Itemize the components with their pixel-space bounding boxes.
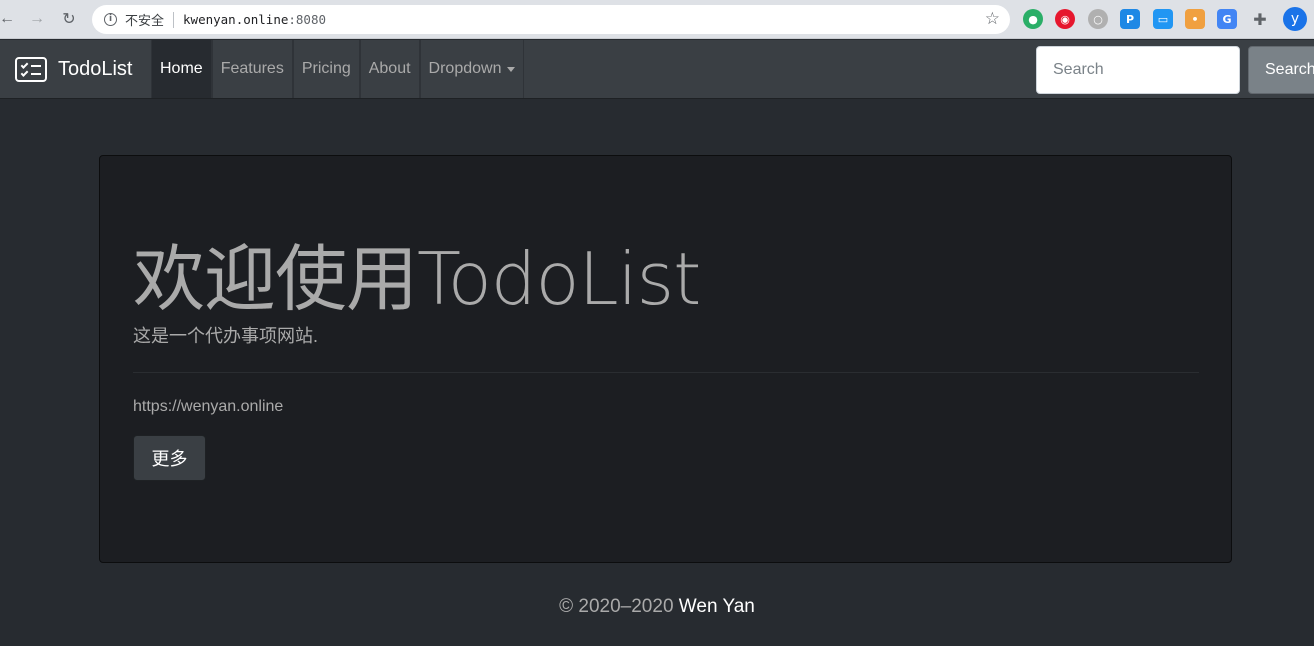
info-icon[interactable]: i <box>104 13 117 26</box>
wechat-extension-icon[interactable]: ● <box>1023 9 1043 29</box>
lead-text: 这是一个代办事项网站. <box>133 326 318 346</box>
nav-label: Pricing <box>301 60 351 77</box>
arrow-right-icon[interactable]: → <box>26 8 48 30</box>
author-name: Wen Yan <box>678 596 755 617</box>
more-button[interactable]: 更多 <box>133 435 206 481</box>
footer: © 2020–2020 Wen Yan <box>0 596 1314 618</box>
site-url-text: https://wenyan.online <box>133 398 284 415</box>
url-host: kwenyan.online <box>183 12 289 27</box>
arrow-left-icon[interactable]: ← <box>0 8 18 30</box>
url-port: :8080 <box>288 12 327 27</box>
search-button[interactable]: Search <box>1248 46 1314 94</box>
nav-label: Features <box>220 60 284 77</box>
address-bar[interactable]: i 不安全 kwenyan.online:8080 ☆ <box>92 5 1010 34</box>
nav-item-about[interactable]: About <box>359 40 420 98</box>
copyright-text: © 2020–2020 <box>559 596 674 617</box>
security-label: 不安全 <box>125 14 165 29</box>
nav-menu: Home Features Pricing About Dropdown <box>151 40 525 98</box>
nav-item-pricing[interactable]: Pricing <box>292 40 360 98</box>
divider <box>173 11 175 28</box>
reload-icon[interactable]: ↻ <box>58 8 80 30</box>
star-icon[interactable]: ☆ <box>985 9 1000 29</box>
browser-toolbar: ← → ↻ i 不安全 kwenyan.online:8080 ☆ ● ◉ ○ … <box>0 0 1314 39</box>
jumbotron: 欢迎使用TodoList 这是一个代办事项网站. https://wenyan.… <box>99 155 1232 563</box>
checklist-icon <box>15 57 47 82</box>
brand-name: TodoList <box>58 58 133 80</box>
circle-extension-icon[interactable]: ○ <box>1088 9 1108 29</box>
weibo-extension-icon[interactable]: ◉ <box>1055 9 1075 29</box>
nav-item-dropdown[interactable]: Dropdown <box>419 40 525 98</box>
app-navbar: TodoList Home Features Pricing About Dro… <box>0 40 1314 99</box>
puzzle-icon[interactable]: ✚ <box>1250 9 1270 29</box>
nav-label: About <box>368 60 411 77</box>
nav-label: Home <box>160 60 203 77</box>
search-input[interactable] <box>1036 46 1240 94</box>
google-translate-icon[interactable]: G <box>1217 9 1237 29</box>
divider <box>133 372 1199 373</box>
avatar[interactable]: y <box>1283 7 1307 31</box>
translate-extension-icon[interactable]: P <box>1120 9 1140 29</box>
nav-label: Dropdown <box>428 60 502 77</box>
page-title: 欢迎使用TodoList <box>133 237 701 321</box>
brand-link[interactable]: TodoList <box>15 57 133 82</box>
chat-extension-icon[interactable]: ▭ <box>1153 9 1173 29</box>
nav-item-home[interactable]: Home <box>151 40 212 98</box>
caret-down-icon <box>507 66 516 72</box>
url-text: kwenyan.online:8080 <box>183 12 326 27</box>
nav-item-features[interactable]: Features <box>211 40 293 98</box>
face-extension-icon[interactable]: • <box>1185 9 1205 29</box>
